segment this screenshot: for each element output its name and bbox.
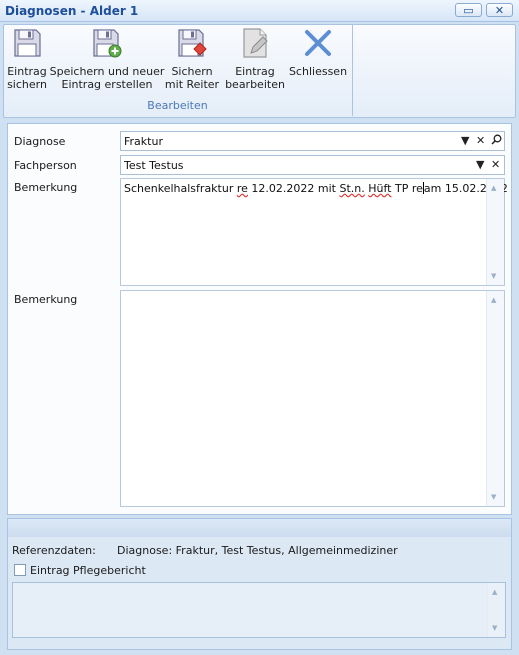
save-and-new-label-1: Speichern und neuer bbox=[49, 65, 165, 78]
dropdown-arrow-icon[interactable]: ▼ bbox=[461, 134, 469, 147]
window-title: Diagnosen - Alder 1 bbox=[5, 4, 139, 18]
spell-error: Hüft bbox=[368, 182, 392, 195]
save-and-new-button[interactable]: Speichern und neuer Eintrag erstellen bbox=[50, 27, 164, 91]
save-entry-button[interactable]: Eintrag sichern bbox=[6, 27, 48, 91]
save-icon bbox=[14, 29, 41, 57]
referenz-value: Diagnose: Fraktur, Test Testus, Allgemei… bbox=[117, 544, 398, 557]
fachperson-label: Fachperson bbox=[14, 159, 77, 172]
edit-entry-button[interactable]: Eintrag bearbeiten bbox=[225, 27, 285, 91]
save-entry-label-2: sichern bbox=[7, 78, 47, 91]
save-new-icon bbox=[93, 29, 122, 58]
restore-icon: ▭ bbox=[463, 3, 474, 17]
bemerkung-textarea-2[interactable]: ▲ ▼ bbox=[120, 290, 505, 507]
clear-icon[interactable]: ✕ bbox=[476, 134, 485, 147]
scroll-up-icon[interactable]: ▲ bbox=[491, 296, 496, 304]
scroll-down-icon[interactable]: ▼ bbox=[492, 624, 497, 632]
save-entry-label-1: Eintrag bbox=[7, 65, 47, 78]
close-x-icon bbox=[305, 30, 331, 56]
save-with-tab-button[interactable]: Sichern mit Reiter bbox=[164, 27, 220, 91]
close-icon: ✕ bbox=[494, 3, 505, 17]
scrollbar[interactable]: ▲ ▼ bbox=[486, 179, 504, 285]
restore-button[interactable]: ▭ bbox=[455, 3, 482, 17]
bemerkung-label-1: Bemerkung bbox=[14, 181, 78, 194]
bemerkung-text-1: Schenkelhalsfraktur re 12.02.2022 mit St… bbox=[124, 182, 508, 195]
scrollbar[interactable]: ▲ ▼ bbox=[486, 291, 504, 506]
scroll-down-icon[interactable]: ▼ bbox=[491, 272, 496, 280]
bemerkung-label-2: Bemerkung bbox=[14, 293, 78, 306]
fachperson-combobox[interactable]: Test Testus ▼ ✕ bbox=[120, 155, 505, 175]
pflegebericht-textarea[interactable]: ▲ ▼ bbox=[12, 582, 506, 638]
spell-error: re bbox=[236, 182, 248, 195]
scroll-down-icon[interactable]: ▼ bbox=[491, 493, 496, 501]
save-with-tab-label-1: Sichern bbox=[171, 65, 213, 78]
search-icon[interactable] bbox=[491, 134, 502, 148]
fachperson-value: Test Testus bbox=[124, 159, 184, 172]
edit-icon bbox=[243, 28, 268, 58]
spell-error: St.n. bbox=[339, 182, 365, 195]
reference-panel-header bbox=[8, 519, 511, 537]
save-and-new-label-2: Eintrag erstellen bbox=[61, 78, 153, 91]
diagnose-value: Fraktur bbox=[124, 135, 163, 148]
referenz-label: Referenzdaten: bbox=[12, 544, 96, 557]
scroll-up-icon[interactable]: ▲ bbox=[492, 588, 497, 596]
clear-icon[interactable]: ✕ bbox=[491, 158, 500, 171]
diagnose-label: Diagnose bbox=[14, 135, 66, 148]
save-with-tab-label-2: mit Reiter bbox=[164, 78, 220, 91]
ribbon-group-separator bbox=[352, 25, 353, 116]
edit-entry-label-1: Eintrag bbox=[235, 65, 275, 78]
pflegebericht-label[interactable]: Eintrag Pflegebericht bbox=[30, 564, 146, 577]
close-button[interactable]: Schliessen bbox=[288, 27, 348, 78]
dropdown-arrow-icon[interactable]: ▼ bbox=[476, 158, 484, 171]
ribbon-group-label: Bearbeiten bbox=[147, 99, 208, 112]
close-window-button[interactable]: ✕ bbox=[486, 3, 513, 17]
bemerkung-textarea-1[interactable]: Schenkelhalsfraktur re 12.02.2022 mit St… bbox=[120, 178, 508, 286]
edit-entry-label-2: bearbeiten bbox=[225, 78, 285, 91]
scrollbar[interactable]: ▲ ▼ bbox=[487, 583, 505, 637]
pflegebericht-checkbox[interactable] bbox=[14, 564, 26, 576]
save-tab-icon bbox=[178, 29, 207, 57]
scroll-up-icon[interactable]: ▲ bbox=[491, 184, 496, 192]
close-label: Schliessen bbox=[288, 65, 348, 78]
diagnose-combobox[interactable]: Fraktur ▼ ✕ bbox=[120, 131, 505, 151]
